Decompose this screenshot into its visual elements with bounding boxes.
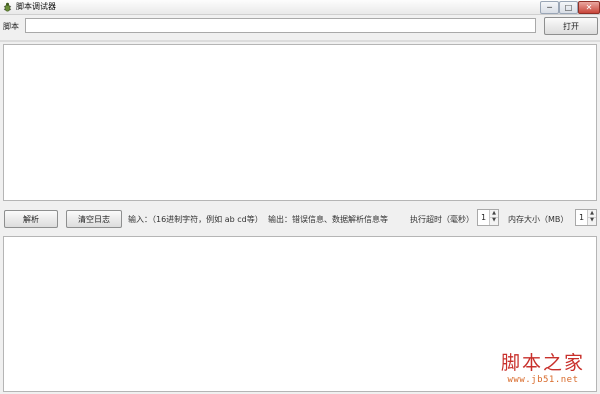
watermark-url: www.jb51.net — [507, 375, 579, 385]
parse-button[interactable]: 解析 — [4, 210, 58, 228]
maximize-button[interactable]: □ — [559, 1, 578, 14]
script-label: 脚本 — [3, 22, 19, 31]
spin-down-icon[interactable]: ▼ — [588, 217, 596, 224]
site-watermark: 脚本之家 www.jb51.net — [488, 352, 598, 390]
memory-spinner-arrows[interactable]: ▲ ▼ — [587, 210, 596, 225]
clear-log-button[interactable]: 清空日志 — [66, 210, 122, 228]
close-button[interactable]: ✕ — [578, 1, 600, 14]
window-title: 脚本调试器 — [16, 2, 56, 11]
memory-value[interactable]: 1 — [579, 213, 584, 222]
watermark-logo: 脚本之家 — [500, 352, 585, 374]
timeout-label: 执行超时（毫秒） — [410, 215, 474, 224]
memory-spinner[interactable]: 1 ▲ ▼ — [575, 209, 597, 226]
timeout-spinner[interactable]: 1 ▲ ▼ — [477, 209, 499, 226]
open-button[interactable]: 打开 — [544, 17, 598, 35]
memory-label: 内存大小（MB） — [508, 215, 569, 224]
input-hint: 输入：（16进制字符，例如 ab cd等） — [128, 215, 263, 224]
divider — [0, 40, 600, 42]
output-hint: 输出：错误信息、数据解析信息等 — [268, 215, 388, 224]
minimize-button[interactable]: ─ — [540, 1, 559, 14]
timeout-spinner-arrows[interactable]: ▲ ▼ — [489, 210, 498, 225]
title-bar: 脚本调试器 ─ □ ✕ — [0, 0, 600, 15]
bug-icon — [3, 2, 12, 12]
spin-down-icon[interactable]: ▼ — [490, 217, 498, 224]
timeout-value[interactable]: 1 — [481, 213, 486, 222]
script-path-input[interactable] — [25, 18, 536, 33]
script-content-area[interactable] — [3, 44, 597, 201]
